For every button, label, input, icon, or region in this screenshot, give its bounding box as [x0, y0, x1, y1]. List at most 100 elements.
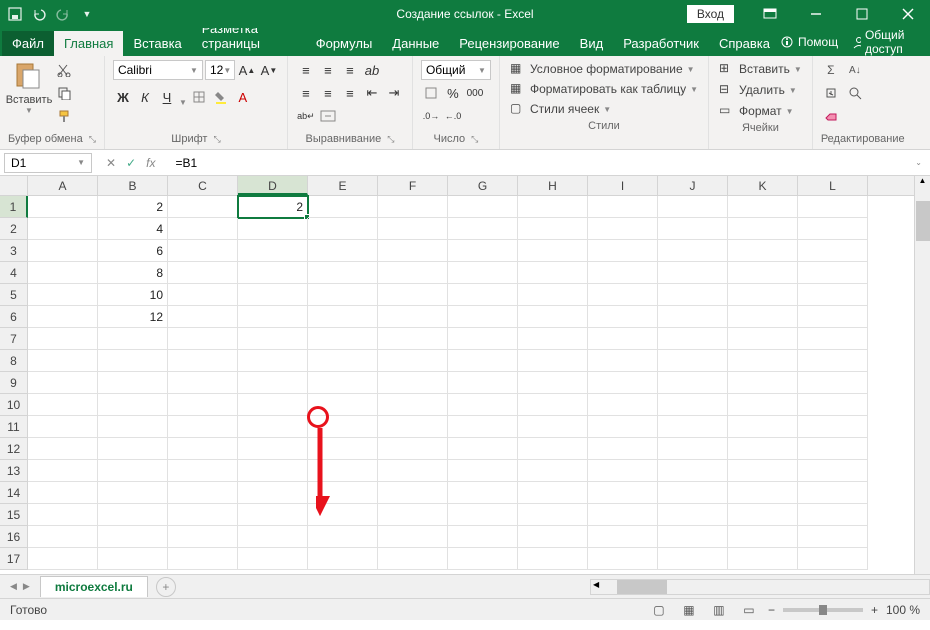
cell[interactable] [798, 328, 868, 350]
row-header[interactable]: 7 [0, 328, 28, 350]
cell[interactable] [728, 328, 798, 350]
macro-record-icon[interactable]: ▢ [648, 601, 670, 619]
cancel-icon[interactable]: ✕ [106, 156, 116, 170]
cell[interactable] [658, 504, 728, 526]
row-header[interactable]: 6 [0, 306, 28, 328]
cell[interactable] [98, 350, 168, 372]
cell[interactable] [308, 196, 378, 218]
align-middle-icon[interactable]: ≡ [318, 60, 338, 80]
cell[interactable] [238, 262, 308, 284]
cell[interactable] [798, 218, 868, 240]
cell[interactable] [728, 196, 798, 218]
cell[interactable] [518, 284, 588, 306]
tab-formulas[interactable]: Формулы [306, 31, 383, 56]
cell[interactable] [98, 548, 168, 570]
cell[interactable] [28, 306, 98, 328]
sort-filter-icon[interactable]: A↓ [845, 60, 865, 80]
cell[interactable] [168, 218, 238, 240]
name-box[interactable]: D1▼ [4, 153, 92, 173]
cell[interactable] [658, 460, 728, 482]
cell[interactable] [448, 526, 518, 548]
cell[interactable] [518, 350, 588, 372]
save-icon[interactable] [6, 5, 24, 23]
cell[interactable] [378, 240, 448, 262]
row-header[interactable]: 10 [0, 394, 28, 416]
cell[interactable] [168, 196, 238, 218]
cell[interactable] [28, 482, 98, 504]
cell[interactable] [168, 372, 238, 394]
insert-cells-button[interactable]: ⊞Вставить ▼ [717, 60, 804, 78]
share-button[interactable]: Общий доступ [852, 28, 916, 56]
cell[interactable] [588, 218, 658, 240]
cell[interactable] [518, 548, 588, 570]
cell[interactable] [588, 372, 658, 394]
cell[interactable] [588, 306, 658, 328]
add-sheet-button[interactable]: + [156, 577, 176, 597]
cell[interactable] [98, 438, 168, 460]
cell[interactable]: 4 [98, 218, 168, 240]
cell[interactable] [728, 394, 798, 416]
cell[interactable] [798, 350, 868, 372]
cell[interactable] [518, 394, 588, 416]
cell[interactable] [28, 548, 98, 570]
sheet-nav-prev-icon[interactable]: ◀ [10, 581, 17, 592]
sheet-nav-next-icon[interactable]: ▶ [23, 581, 30, 592]
cell[interactable] [798, 416, 868, 438]
row-header[interactable]: 4 [0, 262, 28, 284]
cell[interactable] [448, 196, 518, 218]
row-header[interactable]: 5 [0, 284, 28, 306]
cell[interactable] [518, 218, 588, 240]
zoom-level[interactable]: 100 % [886, 603, 920, 617]
cell[interactable] [798, 504, 868, 526]
cell[interactable] [588, 394, 658, 416]
cell-styles-button[interactable]: ▢Стили ячеек ▼ [508, 100, 613, 118]
select-all-corner[interactable] [0, 176, 28, 195]
cell[interactable] [378, 350, 448, 372]
cell[interactable] [588, 504, 658, 526]
cell[interactable] [448, 416, 518, 438]
cell[interactable] [798, 196, 868, 218]
cell[interactable] [28, 372, 98, 394]
cell[interactable] [28, 196, 98, 218]
login-button[interactable]: Вход [687, 5, 734, 23]
horizontal-scrollbar[interactable]: ◀ [590, 579, 930, 595]
cell[interactable] [588, 328, 658, 350]
cell[interactable] [798, 306, 868, 328]
paste-button[interactable]: Вставить ▼ [8, 60, 50, 115]
tab-insert[interactable]: Вставка [123, 31, 191, 56]
format-cells-button[interactable]: ▭Формат ▼ [717, 102, 796, 120]
cell[interactable] [588, 350, 658, 372]
shrink-font-icon[interactable]: A▼ [259, 60, 279, 80]
cell[interactable] [728, 416, 798, 438]
cell[interactable] [238, 460, 308, 482]
cell[interactable] [658, 240, 728, 262]
tell-me-button[interactable]: Помощ [780, 35, 838, 49]
normal-view-icon[interactable]: ▦ [678, 601, 700, 619]
cell[interactable] [378, 218, 448, 240]
cell[interactable] [378, 372, 448, 394]
cell[interactable] [378, 328, 448, 350]
cell[interactable] [378, 526, 448, 548]
cell[interactable] [168, 416, 238, 438]
format-as-table-button[interactable]: ▦Форматировать как таблицу ▼ [508, 80, 700, 98]
cell[interactable] [238, 438, 308, 460]
cell[interactable] [168, 504, 238, 526]
cell[interactable] [588, 262, 658, 284]
cell[interactable] [658, 526, 728, 548]
cell[interactable] [168, 306, 238, 328]
qat-customize-icon[interactable]: ▼ [78, 5, 96, 23]
cell[interactable] [28, 460, 98, 482]
borders-icon[interactable] [189, 87, 209, 107]
row-header[interactable]: 3 [0, 240, 28, 262]
cell[interactable] [28, 526, 98, 548]
cell[interactable] [28, 218, 98, 240]
column-header[interactable]: F [378, 176, 448, 195]
cell[interactable] [588, 548, 658, 570]
fill-color-icon[interactable] [211, 87, 231, 107]
formula-input[interactable]: =B1 [169, 156, 907, 170]
cell[interactable] [308, 218, 378, 240]
undo-icon[interactable] [30, 5, 48, 23]
cell[interactable] [448, 460, 518, 482]
cell[interactable] [98, 482, 168, 504]
align-right-icon[interactable]: ≡ [340, 83, 360, 103]
